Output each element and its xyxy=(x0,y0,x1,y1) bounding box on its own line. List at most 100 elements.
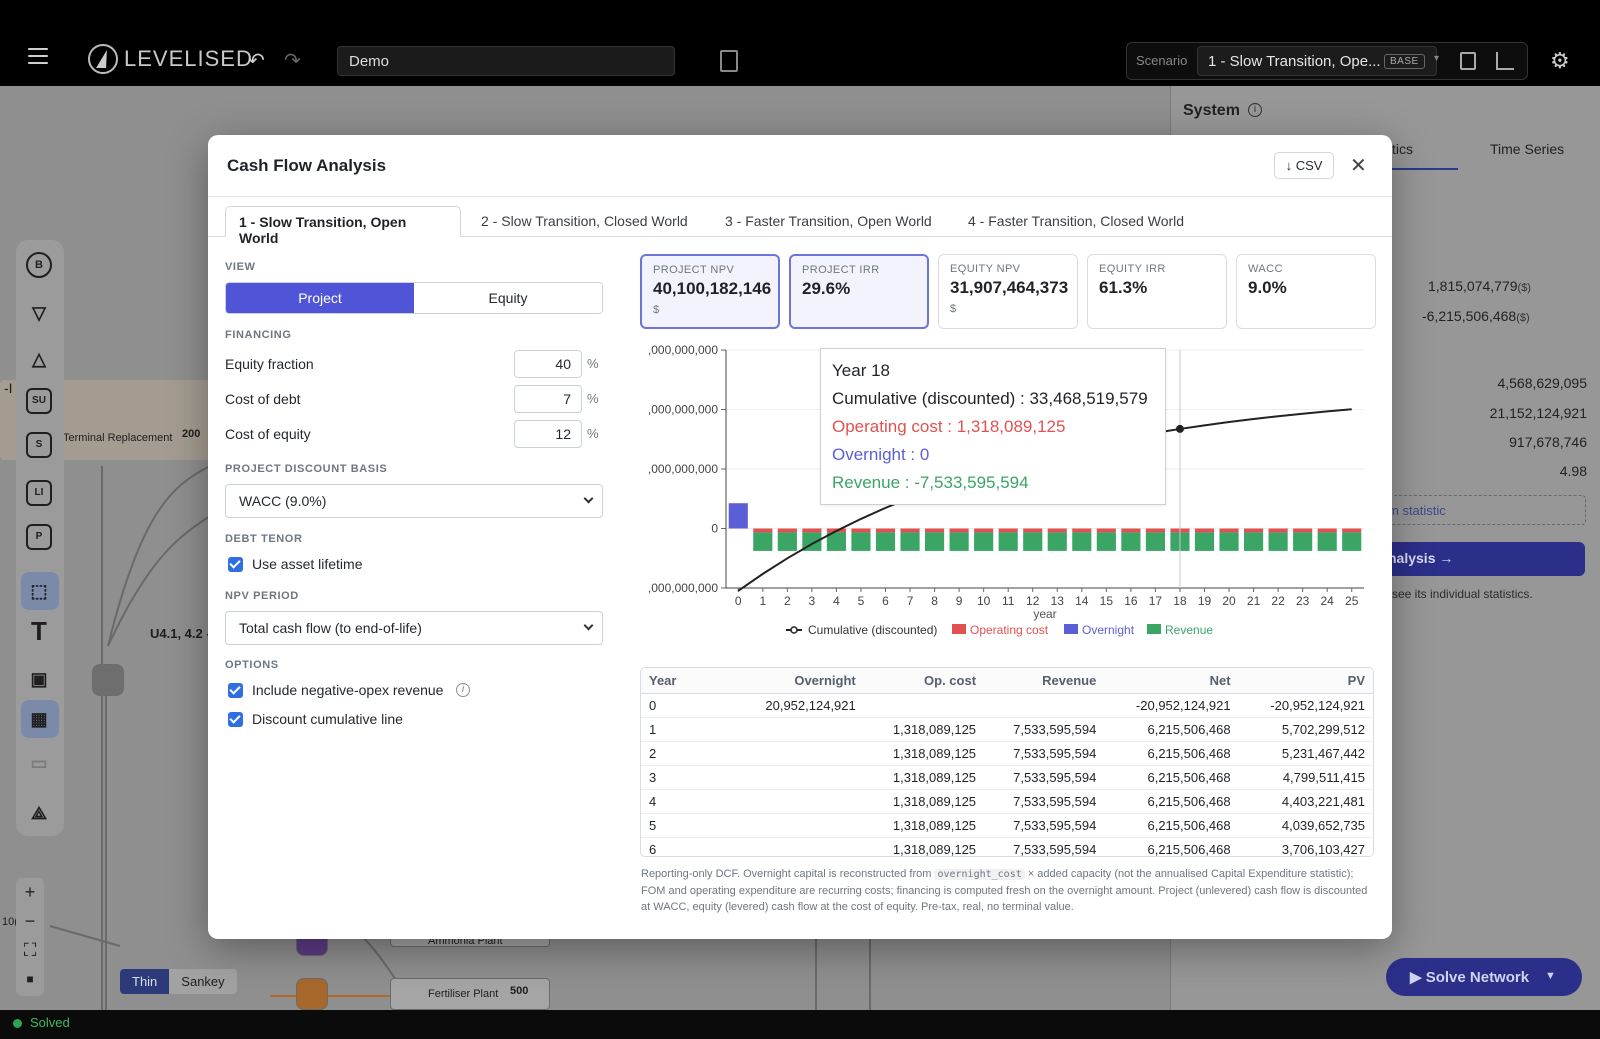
csv-download-button[interactable]: ↓ CSV xyxy=(1274,152,1334,179)
su-tool-icon[interactable]: SU xyxy=(26,388,52,414)
project-view-button[interactable]: Project xyxy=(226,283,414,313)
kpi-equity-irr[interactable]: EQUITY IRR 61.3% xyxy=(1087,254,1227,329)
process-node[interactable] xyxy=(296,978,328,1010)
cash-flow-table-wrap[interactable]: Year Overnight Op. cost Revenue Net PV 0 20,95… xyxy=(640,667,1374,857)
compare-chart-icon[interactable] xyxy=(1496,52,1514,70)
junction-node[interactable] xyxy=(92,664,124,696)
discount-cumulative-checkbox[interactable] xyxy=(228,712,243,727)
x-tick-label: 4 xyxy=(833,594,840,608)
project-name-input[interactable]: Demo xyxy=(337,46,675,76)
debt-tenor-label: DEBT TENOR xyxy=(225,533,303,545)
table-cell: 20,952,124,921 xyxy=(693,693,864,718)
duplicate-scenario-icon[interactable] xyxy=(1460,52,1476,70)
bus-tool-icon[interactable]: B xyxy=(26,252,52,278)
warning-tool-icon[interactable]: △ xyxy=(26,346,52,372)
link-tool-icon[interactable]: LI xyxy=(26,480,52,506)
tab-statistics[interactable]: tics xyxy=(1392,141,1413,157)
zoom-in-icon[interactable]: + xyxy=(16,878,44,907)
kpi-project-irr[interactable]: PROJECT IRR 29.6% xyxy=(789,254,929,329)
document-settings-icon[interactable] xyxy=(720,50,738,72)
select-tool-icon[interactable]: ⬚ xyxy=(26,578,52,604)
redo-icon[interactable]: ↷ xyxy=(284,48,301,73)
revenue-bar xyxy=(949,532,969,551)
zoom-controls: + − ⛶ ■ xyxy=(16,878,44,996)
unit-label: U4.1, 4.2 - xyxy=(150,626,211,641)
image-tool-icon[interactable]: ▣ xyxy=(26,666,52,692)
zoom-out-icon[interactable]: − xyxy=(16,907,44,936)
tab-scenario-3[interactable]: 3 - Faster Transition, Open World xyxy=(725,213,932,229)
operating-cost-bar xyxy=(1023,528,1043,533)
tab-time-series[interactable]: Time Series xyxy=(1490,141,1564,157)
terminal-replacement-label: Terminal Replacement xyxy=(63,432,173,444)
npv-period-value: Total cash flow (to end-of-life) xyxy=(239,620,422,636)
revenue-bar xyxy=(875,532,896,551)
close-icon[interactable]: ✕ xyxy=(1350,153,1367,178)
kpi-project-npv[interactable]: PROJECT NPV 40,100,182,146 $ xyxy=(640,254,780,329)
x-tick-label: 23 xyxy=(1296,594,1310,608)
text-tool-icon[interactable]: T xyxy=(26,618,52,644)
y-tick-label: ,000,000,000 xyxy=(648,403,718,417)
cost-of-equity-input[interactable]: 12 xyxy=(514,420,582,448)
kpi-wacc[interactable]: WACC 9.0% xyxy=(1236,254,1376,329)
operating-cost-bar xyxy=(1219,528,1239,533)
grid-tool-icon[interactable]: ▦ xyxy=(26,706,52,732)
operating-cost-bar xyxy=(1244,528,1264,533)
table-header: PV xyxy=(1238,668,1373,694)
chevron-down-icon[interactable]: ▼ xyxy=(1545,970,1556,982)
cost-of-debt-input[interactable]: 7 xyxy=(514,385,582,413)
npv-period-select[interactable]: Total cash flow (to end-of-life) xyxy=(225,611,603,645)
tab-scenario-2[interactable]: 2 - Slow Transition, Closed World xyxy=(481,213,688,229)
discount-basis-select[interactable]: WACC (9.0%) xyxy=(225,484,603,518)
revenue-bar xyxy=(998,532,1018,551)
x-tick-label: 21 xyxy=(1247,594,1261,608)
info-icon[interactable]: i xyxy=(1248,103,1262,117)
filter-tool-icon[interactable]: ▽ xyxy=(26,300,52,326)
revenue-bar xyxy=(1047,532,1067,551)
table-cell: 1,318,089,125 xyxy=(863,717,985,742)
revenue-bar xyxy=(1121,532,1141,551)
table-cell xyxy=(693,741,864,766)
negative-opex-checkbox[interactable] xyxy=(228,683,243,698)
legend-label: Revenue xyxy=(1165,623,1213,637)
operating-cost-bar xyxy=(974,528,994,533)
x-tick-label: 3 xyxy=(809,594,816,608)
table-cell xyxy=(693,813,864,838)
lock-tool-icon[interactable]: ▭ xyxy=(26,750,52,776)
tab-scenario-1[interactable]: 1 - Slow Transition, Open World xyxy=(225,206,461,246)
shapes-tool-icon[interactable]: ⟁ xyxy=(26,800,52,826)
stat-value: 4,568,629,095 xyxy=(1497,375,1587,391)
cost-of-equity-label: Cost of equity xyxy=(225,426,311,442)
revenue-bar xyxy=(900,532,920,551)
add-statistic-link[interactable]: m statistic xyxy=(1388,503,1446,518)
x-tick-label: 13 xyxy=(1051,594,1065,608)
storage-tool-icon[interactable]: S xyxy=(26,432,52,458)
equity-fraction-input[interactable]: 40 xyxy=(514,350,582,378)
y-tick-label: ,000,000,000 xyxy=(648,462,718,476)
table-cell: 1,318,089,125 xyxy=(863,813,985,838)
table-cell: 3 xyxy=(641,765,694,790)
discount-basis-value: WACC (9.0%) xyxy=(239,493,327,509)
sankey-toggle[interactable]: Sankey xyxy=(169,969,237,994)
table-cell xyxy=(693,837,864,856)
table-cell: 2 xyxy=(641,741,694,766)
equity-view-button[interactable]: Equity xyxy=(414,283,602,313)
chevron-down-icon[interactable]: ▾ xyxy=(1434,53,1439,64)
kpi-equity-npv[interactable]: EQUITY NPV 31,907,464,373 $ xyxy=(938,254,1078,329)
fit-view-icon[interactable]: ⛶ xyxy=(16,936,44,965)
logo-mark-icon xyxy=(88,44,118,74)
menu-icon[interactable] xyxy=(28,48,48,64)
table-cell: 7,533,595,594 xyxy=(984,717,1105,742)
undo-icon[interactable]: ↶ xyxy=(248,48,265,73)
fertiliser-capacity-value: 500 xyxy=(510,985,529,997)
lock-icon[interactable]: ■ xyxy=(16,965,44,994)
operating-cost-bar xyxy=(1096,528,1116,533)
use-asset-lifetime-checkbox[interactable] xyxy=(228,557,243,572)
info-icon[interactable]: i xyxy=(456,683,470,697)
cash-flow-analysis-button[interactable]: nalysis → xyxy=(1370,542,1585,576)
operating-cost-bar xyxy=(1194,528,1215,533)
thin-toggle[interactable]: Thin xyxy=(120,969,170,994)
table-cell: -20,952,124,921 xyxy=(1238,693,1373,718)
tab-scenario-4[interactable]: 4 - Faster Transition, Closed World xyxy=(968,213,1184,229)
p-tool-icon[interactable]: P xyxy=(26,524,52,550)
gear-icon[interactable]: ⚙ xyxy=(1550,48,1570,74)
